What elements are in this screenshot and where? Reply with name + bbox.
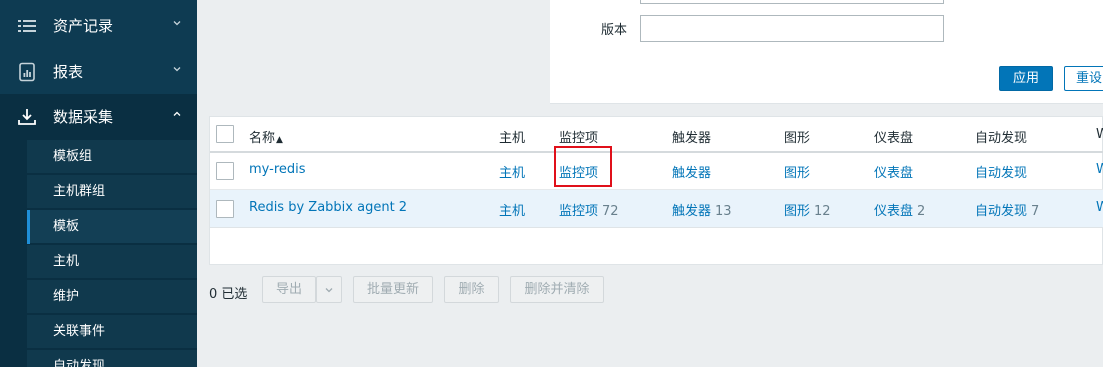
graphs-link[interactable]: 图形	[784, 166, 810, 181]
chevron-down-icon	[173, 21, 181, 26]
column-header-name[interactable]: 名称▲	[249, 127, 283, 146]
graphs-count: 12	[814, 204, 831, 219]
template-name-link[interactable]: my-redis	[249, 162, 306, 177]
export-dropdown-button[interactable]	[316, 276, 342, 303]
graphs-cell: 图形 12	[784, 200, 831, 219]
dashboards-link[interactable]: 仪表盘	[874, 166, 913, 181]
chevron-down-icon	[325, 288, 333, 293]
table-header: 名称▲ 主机 监控项 触发器 图形 仪表盘 自动发现 W	[210, 117, 1103, 153]
discovery-cell: 自动发现 7	[975, 200, 1039, 219]
items-cell: 监控项 72	[559, 200, 619, 219]
discovery-cell: 自动发现	[975, 162, 1031, 181]
submenu-data-collection: 模板组 主机群组 模板 主机 维护 关联事件 自动发现	[0, 140, 197, 367]
sidebar: 资产记录 报表 数据采集 模板组 主机群组 模板 主机 维护 关联事件 自动发现	[0, 0, 197, 367]
delete-and-clear-button[interactable]: 删除并清除	[510, 276, 604, 303]
templates-table: 名称▲ 主机 监控项 触发器 图形 仪表盘 自动发现 W my-redis 主机…	[209, 116, 1103, 265]
dashboards-link[interactable]: 仪表盘	[874, 204, 913, 219]
graphs-cell: 图形	[784, 162, 814, 181]
column-header-discovery: 自动发现	[975, 131, 1028, 146]
column-header-name-label: 名称	[249, 131, 276, 146]
menu-label: 资产记录	[53, 17, 114, 35]
menu-label: 数据采集	[53, 108, 114, 126]
column-header-host: 主机	[499, 131, 526, 146]
version-input[interactable]	[640, 15, 944, 42]
menu-data-collection[interactable]: 数据采集	[0, 94, 197, 140]
column-header-graphs: 图形	[784, 131, 811, 146]
dashboards-count: 2	[917, 204, 926, 219]
report-icon	[19, 62, 35, 82]
export-button[interactable]: 导出	[262, 276, 316, 303]
items-count: 72	[602, 204, 619, 219]
triggers-cell: 触发器 13	[672, 200, 732, 219]
menu-label: 报表	[53, 63, 84, 81]
triggers-count: 13	[715, 204, 732, 219]
sort-ascending-icon: ▲	[276, 135, 283, 145]
download-icon	[18, 109, 36, 125]
items-link[interactable]: 监控项	[559, 204, 598, 219]
chevron-down-icon	[173, 67, 181, 72]
version-label: 版本	[601, 23, 628, 38]
list-icon	[18, 20, 36, 32]
selected-count: 0 已选	[209, 287, 248, 302]
submenu-item-templates[interactable]: 模板	[27, 210, 197, 244]
column-header-dashboards: 仪表盘	[874, 131, 914, 146]
row-checkbox[interactable]	[216, 162, 234, 180]
discovery-link[interactable]: 自动发现	[975, 166, 1027, 181]
template-name-link[interactable]: Redis by Zabbix agent 2	[249, 200, 407, 215]
web-link[interactable]: W	[1096, 200, 1103, 215]
submenu-item-event-correlation[interactable]: 关联事件	[27, 315, 197, 349]
hosts-link[interactable]: 主机	[499, 162, 525, 181]
triggers-cell: 触发器	[672, 162, 715, 181]
dashboards-cell: 仪表盘	[874, 162, 917, 181]
apply-button[interactable]: 应用	[999, 66, 1053, 91]
triggers-link[interactable]: 触发器	[672, 166, 711, 181]
submenu-item-host-groups[interactable]: 主机群组	[27, 175, 197, 209]
delete-button[interactable]: 删除	[444, 276, 499, 303]
discovery-link[interactable]: 自动发现	[975, 204, 1027, 219]
highlight-annotation-box	[554, 146, 612, 187]
column-header-items: 监控项	[559, 131, 599, 146]
row-checkbox[interactable]	[216, 200, 234, 218]
graphs-link[interactable]: 图形	[784, 204, 810, 219]
submenu-item-discovery[interactable]: 自动发现	[27, 350, 197, 367]
table-row: Redis by Zabbix agent 2 主机 监控项 72 触发器 13 图…	[210, 190, 1103, 228]
submenu-item-maintenance[interactable]: 维护	[27, 280, 197, 314]
column-header-triggers: 触发器	[672, 131, 712, 146]
hosts-link[interactable]: 主机	[499, 200, 525, 219]
triggers-link[interactable]: 触发器	[672, 204, 711, 219]
menu-reports[interactable]: 报表	[0, 49, 197, 95]
submenu-item-hosts[interactable]: 主机	[27, 245, 197, 279]
select-all-checkbox[interactable]	[216, 125, 234, 143]
dashboards-cell: 仪表盘 2	[874, 200, 925, 219]
filter-field-partial[interactable]	[640, 0, 944, 4]
column-header-web: W	[1096, 127, 1103, 142]
reset-button[interactable]: 重设	[1064, 66, 1103, 91]
table-row: my-redis 主机 监控项 触发器 图形 仪表盘 自动发现 W	[210, 153, 1103, 190]
menu-asset-records[interactable]: 资产记录	[0, 3, 197, 49]
submenu-item-template-groups[interactable]: 模板组	[27, 140, 197, 174]
web-link[interactable]: W	[1096, 162, 1103, 177]
discovery-count: 7	[1031, 204, 1040, 219]
chevron-up-icon	[173, 111, 181, 116]
mass-update-button[interactable]: 批量更新	[353, 276, 433, 303]
